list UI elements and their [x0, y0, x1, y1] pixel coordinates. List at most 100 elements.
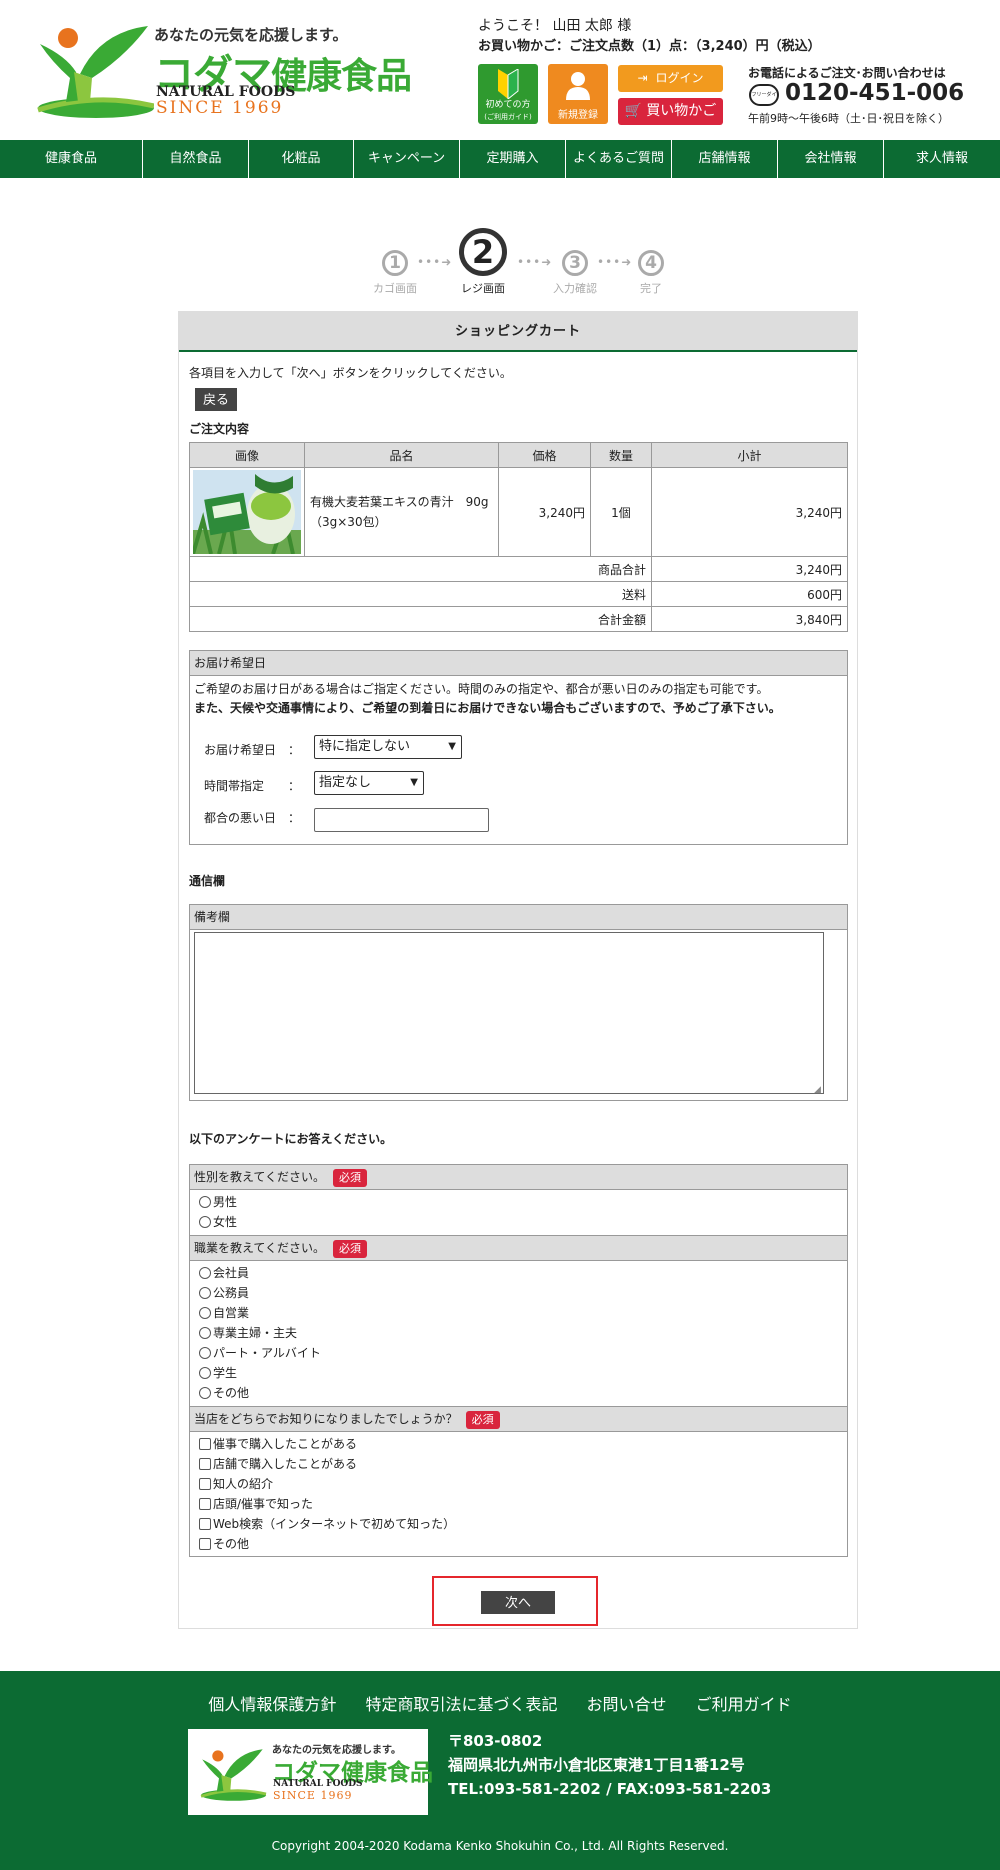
step-arrow-icon: •••➜ [417, 255, 453, 269]
list-item[interactable]: 知人の紹介 [190, 1474, 847, 1494]
nav-item-recruit[interactable]: 求人情報 [884, 140, 1000, 178]
chevron-down-icon: ▼ [448, 741, 456, 752]
site-logo[interactable]: あなたの元気を応援します。 コダマ健康食品 NATURAL FOODS SINC… [36, 22, 412, 122]
radio-icon[interactable] [199, 1267, 211, 1279]
list-item[interactable]: 学生 [190, 1363, 847, 1383]
total-label: 送料 [189, 581, 652, 607]
copyright: Copyright 2004-2020 Kodama Kenko Shokuhi… [271, 1839, 729, 1853]
footer-zip: 〒803-0802 [448, 1732, 543, 1750]
list-item[interactable]: 専業主婦・主夫 [190, 1323, 847, 1343]
option-label: 催事で購入したことがある [213, 1437, 358, 1451]
resize-handle-icon[interactable]: ◢ [814, 1085, 821, 1095]
radio-icon[interactable] [199, 1327, 211, 1339]
checkbox-icon[interactable] [199, 1438, 211, 1450]
footer-link-guide[interactable]: ご利用ガイド [696, 1695, 792, 1714]
order-section-title: ご注文内容 [189, 422, 250, 436]
step-confirm: 3 入力確認 [545, 250, 605, 296]
comm-section-title: 通信欄 [189, 874, 226, 888]
delivery-note-2: また、天候や交通事情により、ご希望の到着日にお届けできない場合もございますので、… [194, 701, 781, 715]
list-item[interactable]: 公務員 [190, 1283, 847, 1303]
list-item[interactable]: 店舗で購入したことがある [190, 1454, 847, 1474]
nav-item-company[interactable]: 会社情報 [778, 140, 884, 178]
ng-date-label: 都合の悪い日 ： [204, 811, 301, 825]
job-head: 職業を教えてください。 必須 [190, 1236, 847, 1261]
ng-date-input[interactable] [314, 808, 489, 832]
option-label: 自営業 [213, 1306, 250, 1320]
checkbox-icon[interactable] [199, 1518, 211, 1530]
tel-number[interactable]: 0120-451-006 [785, 80, 964, 106]
list-item[interactable]: その他 [190, 1534, 847, 1554]
cart-icon: 🛒 [624, 103, 643, 119]
radio-icon[interactable] [199, 1347, 211, 1359]
checkbox-icon[interactable] [199, 1538, 211, 1550]
nav-item-health-food[interactable]: 健康食品 [0, 140, 143, 178]
register-button[interactable]: 新規登録 [548, 64, 608, 124]
list-item[interactable]: その他 [190, 1383, 847, 1403]
list-item[interactable]: 催事で購入したことがある [190, 1434, 847, 1454]
job-options: 会社員 公務員 自営業 専業主婦・主夫 パート・アルバイト 学生 その他 [190, 1261, 847, 1403]
logo-since: SINCE 1969 [156, 98, 284, 118]
list-item[interactable]: パート・アルバイト [190, 1343, 847, 1363]
radio-icon[interactable] [199, 1387, 211, 1399]
checkbox-icon[interactable] [199, 1498, 211, 1510]
radio-icon[interactable] [199, 1367, 211, 1379]
nav-item-cosmetics[interactable]: 化粧品 [249, 140, 354, 178]
nav-item-campaign[interactable]: キャンペーン [354, 140, 460, 178]
product-price: 3,240円 [498, 467, 591, 557]
order-table-header: 画像 品名 価格 数量 小計 [189, 442, 848, 468]
footer-tel-fax: TEL:093-581-2202 / FAX:093-581-2203 [448, 1780, 772, 1798]
product-image-cell [189, 467, 305, 557]
cart-button[interactable]: 🛒 買い物かご [618, 98, 723, 125]
product-image[interactable] [193, 470, 301, 554]
first-time-sublabel: (ご利用ガイド) [484, 113, 532, 121]
first-time-guide-button[interactable]: 初めての方 (ご利用ガイド) [478, 64, 538, 124]
list-item[interactable]: Web検索（インターネットで初めて知った） [190, 1514, 847, 1534]
option-label: その他 [213, 1386, 250, 1400]
option-label: Web検索（インターネットで初めて知った） [213, 1517, 456, 1531]
delivery-date-select[interactable]: 特に指定しない ▼ [314, 735, 462, 759]
radio-icon[interactable] [199, 1287, 211, 1299]
chevron-down-icon: ▼ [410, 777, 418, 788]
register-label: 新規登録 [558, 110, 598, 121]
list-item[interactable]: 男性 [190, 1192, 847, 1212]
checkbox-icon[interactable] [199, 1458, 211, 1470]
source-question: 当店をどちらでお知りになりましたでしょうか？ [194, 1412, 458, 1426]
checkbox-icon[interactable] [199, 1478, 211, 1490]
back-button[interactable]: 戻る [195, 388, 237, 411]
radio-icon[interactable] [199, 1307, 211, 1319]
radio-icon[interactable] [199, 1196, 211, 1208]
step-3-label: 入力確認 [553, 282, 597, 295]
footer-link-contact[interactable]: お問い合せ [587, 1695, 667, 1714]
footer-link-tokusho[interactable]: 特定商取引法に基づく表記 [365, 1695, 557, 1714]
step-arrow-icon: •••➜ [597, 255, 633, 269]
cart-label: 買い物かご [646, 103, 717, 119]
step-cart: 1 カゴ画面 [371, 250, 419, 296]
nav-item-faq[interactable]: よくあるご質問 [566, 140, 672, 178]
total-row-grand: 合計金額 3,840円 [189, 606, 848, 632]
list-item[interactable]: 店頭/催事で知った [190, 1494, 847, 1514]
option-label: 女性 [213, 1215, 238, 1229]
list-item[interactable]: 女性 [190, 1212, 847, 1232]
source-head: 当店をどちらでお知りになりましたでしょうか？ 必須 [190, 1407, 847, 1432]
tel-label: お電話によるご注文･お問い合わせは [748, 66, 946, 80]
nav-item-subscription[interactable]: 定期購入 [460, 140, 566, 178]
product-subtotal: 3,240円 [651, 467, 848, 557]
footer-logo[interactable]: あなたの元気を応援します。 コダマ健康食品 NATURAL FOODS SINC… [188, 1729, 433, 1815]
login-button[interactable]: ⇥ ログイン [618, 65, 723, 92]
radio-icon[interactable] [199, 1216, 211, 1228]
footer-logo-natural: NATURAL FOODS [273, 1779, 363, 1789]
nav-item-stores[interactable]: 店舗情報 [672, 140, 778, 178]
first-time-label: 初めての方 [485, 100, 531, 110]
next-button[interactable]: 次へ [481, 1591, 555, 1614]
list-item[interactable]: 会社員 [190, 1263, 847, 1283]
footer-link-privacy[interactable]: 個人情報保護方針 [208, 1695, 336, 1714]
nav-item-natural-food[interactable]: 自然食品 [143, 140, 249, 178]
list-item[interactable]: 自営業 [190, 1303, 847, 1323]
delivery-note-1: ご希望のお届け日がある場合はご指定ください。時間のみの指定や、都合が悪い日のみの… [194, 682, 769, 696]
gender-box: 性別を教えてください。 必須 男性 女性 [189, 1164, 848, 1236]
time-slot-select[interactable]: 指定なし ▼ [314, 771, 424, 795]
total-row-shipping: 送料 600円 [189, 581, 848, 607]
required-badge: 必須 [465, 1410, 500, 1429]
option-label: 学生 [213, 1366, 238, 1380]
remarks-textarea[interactable] [194, 932, 824, 1094]
